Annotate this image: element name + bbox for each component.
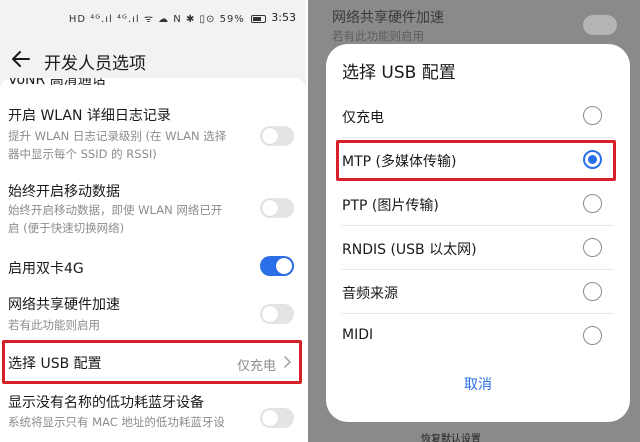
background-toggle [583,15,617,35]
settings-row-dual-4g[interactable]: 启用双卡4G [0,248,306,282]
settings-row-title: 显示没有名称的低功耗蓝牙设备 [8,395,204,411]
option-charge-only[interactable]: 仅充电 [326,94,630,138]
wlan-logging-toggle[interactable] [260,126,294,146]
option-label: PTP (图片传输) [342,198,439,214]
settings-row-vonr[interactable]: VoNR 高清通话 [0,78,306,88]
option-midi[interactable]: MIDI [326,314,630,358]
status-bar: HD ⁴ᴳ.ıl ⁴ᴳ.ıl ᯤ ☁ N ✱ ▯⊙ 59% 3:53 [0,0,306,36]
option-label: MIDI [342,327,374,343]
option-label: 音频来源 [342,286,398,302]
settings-row-title: 开启 WLAN 详细日志记录 [8,108,171,124]
radio-button[interactable] [583,238,602,257]
toggle-knob [262,128,278,144]
page-title: 开发人员选项 [44,54,146,74]
option-audio-source[interactable]: 音频来源 [326,270,630,314]
restore-defaults-text: 恢复默认设置 [421,434,481,442]
battery-icon [251,15,266,23]
settings-row-subtitle: 始终开启移动数据，即使 WLAN 网络已开 [8,203,223,217]
mobile-data-toggle[interactable] [260,198,294,218]
usb-config-dialog: 选择 USB 配置 仅充电 MTP (多媒体传输) PTP (图片传输) RND… [326,44,630,422]
toggle-knob [276,258,292,274]
dual-4g-toggle[interactable] [260,256,294,276]
status-icons: HD ⁴ᴳ.ıl ⁴ᴳ.ıl ᯤ ☁ N ✱ ▯⊙ 59% [69,11,266,25]
back-arrow-icon[interactable] [10,48,32,70]
settings-row-subtitle: 若有此功能则启用 [8,318,100,332]
settings-row-subtitle: 器中显示每个 SSID 的 RSSI) [8,147,157,161]
background-row-subtitle: 若有此功能则启用 [332,29,424,43]
settings-row-title: 网络共享硬件加速 [8,297,120,313]
toggle-knob [262,200,278,216]
settings-row-title: VoNR 高清通话 [8,78,106,88]
page-header: 开发人员选项 [0,40,306,80]
option-rndis[interactable]: RNDIS (USB 以太网) [326,226,630,270]
settings-row-subtitle: 提升 WLAN 日志记录级别 (在 WLAN 选择 [8,129,227,143]
settings-row-title: 始终开启移动数据 [8,184,120,200]
ble-unnamed-toggle[interactable] [260,408,294,428]
settings-list: VoNR 高清通话 开启 WLAN 详细日志记录 提升 WLAN 日志记录级别 … [0,78,306,442]
settings-row-mobile-data[interactable]: 始终开启移动数据 始终开启移动数据，即使 WLAN 网络已开 启 (便于快速切换… [0,174,306,244]
background-row-title: 网络共享硬件加速 [332,10,444,26]
status-time: 3:53 [271,11,296,24]
radio-button[interactable] [583,282,602,301]
toggle-knob [262,410,278,426]
settings-row-ble-unnamed[interactable]: 显示没有名称的低功耗蓝牙设备 系统将显示只有 MAC 地址的低功耗蓝牙设 [0,388,306,442]
developer-options-screen: HD ⁴ᴳ.ıl ⁴ᴳ.ıl ᯤ ☁ N ✱ ▯⊙ 59% 3:53 开发人员选… [0,0,306,442]
settings-row-wlan-logging[interactable]: 开启 WLAN 详细日志记录 提升 WLAN 日志记录级别 (在 WLAN 选择… [0,100,306,170]
status-icons-text: HD ⁴ᴳ.ıl ⁴ᴳ.ıl ᯤ ☁ N ✱ ▯⊙ 59% [68,14,245,25]
settings-row-title: 启用双卡4G [8,261,84,277]
usb-config-dialog-screen: 网络共享硬件加速 若有此功能则启用 选择 USB 配置 仅充电 MTP (多媒体… [308,0,640,442]
dialog-title: 选择 USB 配置 [342,63,456,83]
option-label: 仅充电 [342,110,384,126]
radio-button[interactable] [583,326,602,345]
mtp-option-highlight [336,140,616,181]
cancel-button[interactable]: 取消 [428,370,528,400]
radio-button[interactable] [583,106,602,125]
toggle-knob [262,306,278,322]
tethering-acceleration-toggle[interactable] [260,304,294,324]
radio-button[interactable] [583,194,602,213]
usb-config-highlight [2,340,302,384]
settings-row-tethering-acceleration[interactable]: 网络共享硬件加速 若有此功能则启用 [0,290,306,340]
settings-row-subtitle: 启 (便于快速切换网络) [8,221,125,235]
option-label: RNDIS (USB 以太网) [342,242,477,258]
settings-row-subtitle: 系统将显示只有 MAC 地址的低功耗蓝牙设 [8,415,225,429]
option-ptp[interactable]: PTP (图片传输) [326,182,630,226]
